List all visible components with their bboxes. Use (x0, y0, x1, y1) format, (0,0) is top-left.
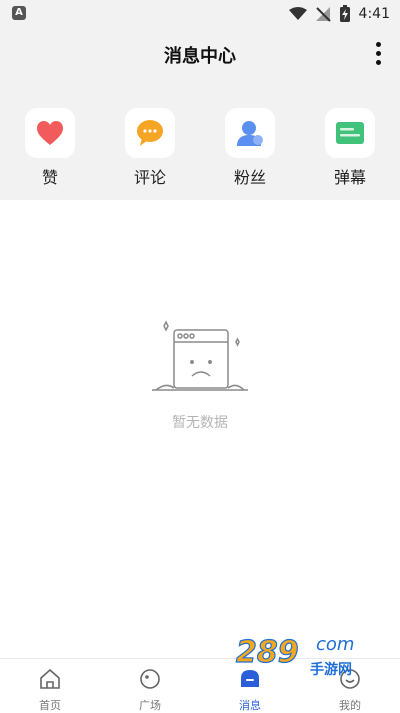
more-vertical-icon[interactable] (374, 42, 382, 68)
comment-bubble-icon (137, 120, 163, 146)
home-icon (40, 668, 60, 689)
quick-label: 评论 (133, 168, 166, 187)
quick-danmaku[interactable]: 弹幕 (320, 108, 380, 188)
quick-actions: 赞 评论 粉丝 弹幕 (0, 82, 400, 200)
battery-charging-icon (339, 5, 350, 22)
watermark-number: 289 (236, 635, 299, 670)
watermark-suffix: com (316, 634, 354, 655)
watermark-cn: 手游网 (310, 661, 352, 678)
quick-fans[interactable]: 粉丝 (220, 108, 280, 188)
quick-label: 粉丝 (233, 168, 266, 187)
tab-label: 我的 (339, 699, 361, 712)
empty-text: 暂无数据 (172, 415, 228, 431)
tab-label: 广场 (139, 699, 161, 712)
page-title: 消息中心 (164, 46, 236, 67)
empty-box-icon (152, 320, 248, 391)
no-signal-icon (315, 7, 331, 22)
danmaku-icon (336, 122, 364, 144)
tab-label: 首页 (39, 699, 61, 712)
quick-likes[interactable]: 赞 (20, 108, 80, 188)
tab-label: 消息 (239, 699, 261, 712)
quick-label: 弹幕 (333, 168, 366, 187)
user-icon (237, 121, 263, 146)
heart-icon (37, 121, 63, 145)
empty-state: 暂无数据 (0, 320, 400, 432)
tab-home[interactable]: 首页 (20, 667, 80, 713)
watermark-logo: 289 com 手游网 (232, 630, 382, 680)
status-icons: 4:41 (288, 4, 390, 24)
wifi-icon (288, 7, 307, 20)
app-notification-icon: A (12, 6, 26, 20)
quick-comments[interactable]: 评论 (120, 108, 180, 188)
clock: 4:41 (358, 6, 390, 22)
tab-plaza[interactable]: 广场 (120, 667, 180, 713)
status-bar: A 4:41 (0, 0, 400, 28)
header: 消息中心 (0, 28, 400, 82)
quick-label: 赞 (41, 168, 58, 187)
plaza-icon (140, 669, 160, 689)
